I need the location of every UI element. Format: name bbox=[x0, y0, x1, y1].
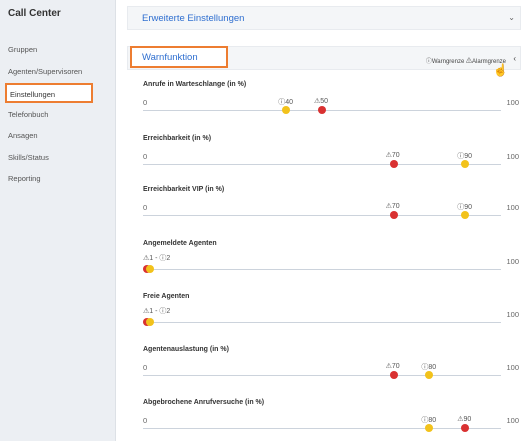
warn-threshold-handle[interactable] bbox=[461, 211, 470, 219]
alarm-threshold-handle[interactable] bbox=[318, 106, 326, 114]
sidebar-item-label: Einstellungen bbox=[10, 90, 56, 99]
threshold-section: Erreichbarkeit (in %) 0 100 ⓘ90 ⚠70 bbox=[143, 135, 519, 183]
threshold-label: ⚠1 - ⓘ2 bbox=[143, 255, 171, 262]
alarm-threshold-label: ⚠50 bbox=[314, 98, 329, 105]
sidebar-item-skills[interactable]: Skills/Status bbox=[8, 153, 49, 162]
section-title: Freie Agenten bbox=[143, 293, 190, 300]
slider-max-label: 100 bbox=[506, 98, 519, 107]
slider-max-label: 100 bbox=[506, 363, 519, 372]
section-title: Erreichbarkeit (in %) bbox=[143, 135, 212, 142]
slider-track[interactable] bbox=[143, 371, 501, 379]
alarm-threshold-handle[interactable] bbox=[461, 424, 470, 432]
chevron-left-icon[interactable]: ‹ bbox=[513, 54, 516, 63]
section-title: Angemeldete Agenten bbox=[143, 240, 217, 247]
warn-threshold-label: ⓘ90 bbox=[457, 153, 472, 160]
slider-min-label: 0 bbox=[143, 416, 148, 425]
warnfunktion-title: Warnfunktion bbox=[142, 52, 198, 63]
warn-threshold-handle[interactable] bbox=[425, 371, 434, 379]
chevron-down-icon[interactable]: ⌄ bbox=[508, 13, 515, 22]
slider-track[interactable] bbox=[142, 265, 501, 273]
slider-track[interactable] bbox=[143, 211, 501, 219]
warn-threshold-handle[interactable] bbox=[461, 160, 470, 168]
alarm-threshold-label: ⚠70 bbox=[385, 363, 400, 370]
slider-min-label: 0 bbox=[143, 152, 148, 161]
alarm-threshold-handle[interactable] bbox=[389, 371, 398, 379]
warn-threshold-label: ⓘ90 bbox=[457, 204, 472, 211]
slider-max-label: 100 bbox=[506, 152, 519, 161]
slider-min-label: 0 bbox=[143, 203, 148, 212]
section-title: Erreichbarkeit VIP (in %) bbox=[143, 186, 225, 193]
slider-max-label: 100 bbox=[506, 310, 519, 319]
alarm-threshold-label: ⚠70 bbox=[385, 203, 400, 210]
threshold-section: Agentenauslastung (in %) 0 100 ⓘ80 ⚠70 bbox=[143, 346, 519, 394]
slider-track[interactable] bbox=[142, 318, 501, 326]
threshold-section: Anrufe in Warteschlange (in %) 0 100 ⓘ40 ⚠50 bbox=[143, 81, 519, 129]
warn-threshold-label: ⓘ40 bbox=[278, 99, 293, 106]
threshold-label: ⚠1 - ⓘ2 bbox=[143, 308, 171, 315]
alarm-threshold-label: ⚠70 bbox=[385, 152, 400, 159]
alarm-threshold-handle[interactable] bbox=[389, 160, 398, 168]
main-content: Erweiterte Einstellungen ⌄ ⓘWarngrenze ⚠… bbox=[127, 0, 525, 441]
warn-threshold-label: ⓘ80 bbox=[421, 417, 437, 424]
warn-threshold-handle[interactable] bbox=[425, 424, 434, 432]
sidebar-title: Call Center bbox=[8, 8, 61, 19]
advanced-settings-header[interactable]: Erweiterte Einstellungen ⌄ bbox=[127, 6, 521, 30]
sidebar: Call Center Gruppen Agenten/Supervisoren… bbox=[0, 0, 116, 441]
alarm-threshold-handle[interactable] bbox=[389, 211, 398, 219]
threshold-section: Erreichbarkeit VIP (in %) 0 100 ⓘ90 ⚠70 bbox=[143, 186, 519, 234]
warn-threshold-label: ⓘ80 bbox=[421, 364, 437, 371]
slider-track[interactable] bbox=[143, 160, 501, 168]
section-title: Anrufe in Warteschlange (in %) bbox=[143, 81, 247, 88]
slider-min-label: 0 bbox=[143, 98, 148, 107]
warn-threshold-handle[interactable] bbox=[282, 106, 291, 114]
hand-cursor-icon: ☝ bbox=[493, 63, 508, 77]
sidebar-item-reporting[interactable]: Reporting bbox=[8, 174, 41, 183]
slider-track[interactable] bbox=[143, 424, 501, 432]
slider-max-label: 100 bbox=[506, 257, 519, 266]
threshold-section: Freie Agenten 100 ⚠1 - ⓘ2 bbox=[142, 293, 519, 341]
slider-max-label: 100 bbox=[506, 203, 519, 212]
sidebar-item-telefonbuch[interactable]: Telefonbuch bbox=[8, 110, 48, 119]
alarm-threshold-label: ⚠90 bbox=[457, 416, 472, 423]
slider-max-label: 100 bbox=[506, 416, 519, 425]
threshold-section: Angemeldete Agenten 100 ⚠1 - ⓘ2 bbox=[142, 240, 519, 288]
threshold-section: Abgebrochene Anrufversuche (in %) 0 100 ⓘ80… bbox=[143, 399, 519, 447]
sidebar-item-ansagen[interactable]: Ansagen bbox=[8, 131, 38, 140]
section-title: Abgebrochene Anrufversuche (in %) bbox=[143, 399, 265, 406]
sidebar-item-gruppen[interactable]: Gruppen bbox=[8, 45, 37, 54]
sidebar-item-einstellungen[interactable]: Einstellungen bbox=[5, 83, 93, 103]
slider-track[interactable] bbox=[143, 106, 501, 114]
section-title: Agentenauslastung (in %) bbox=[143, 346, 229, 353]
advanced-settings-title: Erweiterte Einstellungen bbox=[142, 13, 245, 24]
warn-threshold-handle[interactable] bbox=[146, 265, 155, 273]
warn-threshold-handle[interactable] bbox=[146, 318, 155, 326]
warnfunktion-tab[interactable]: Warnfunktion bbox=[130, 46, 228, 68]
slider-min-label: 0 bbox=[143, 363, 148, 372]
sidebar-item-agenten[interactable]: Agenten/Supervisoren bbox=[8, 67, 82, 76]
